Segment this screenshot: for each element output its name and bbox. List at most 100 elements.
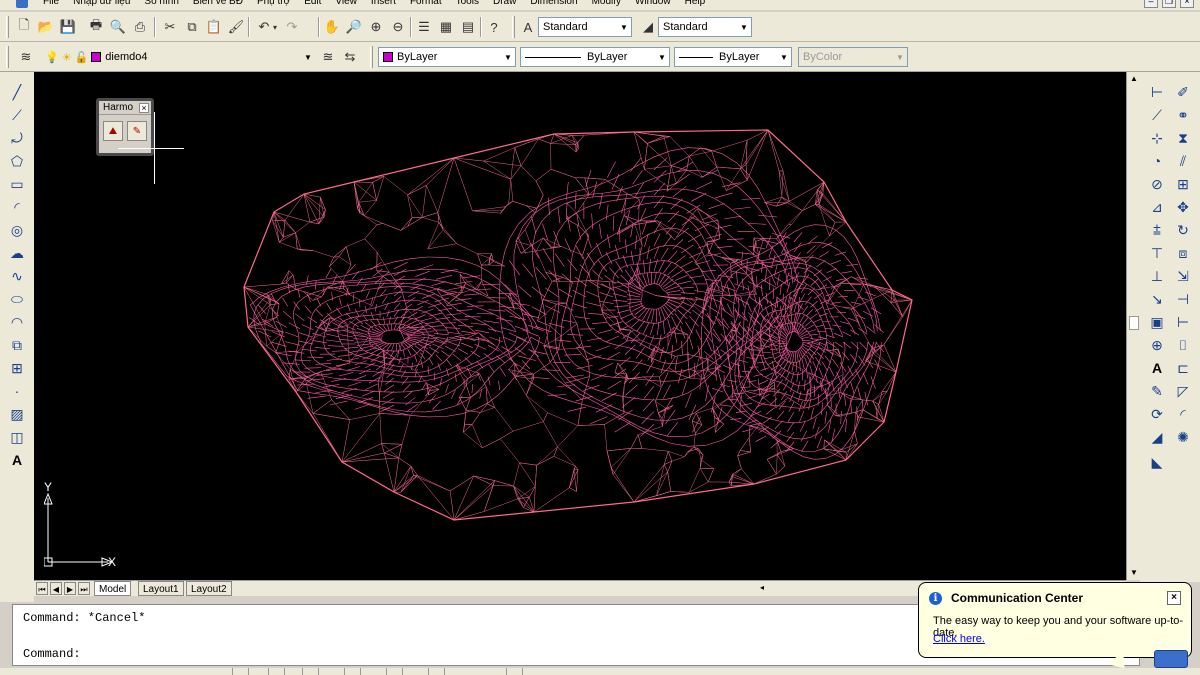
circle-icon[interactable]: ◎ xyxy=(6,220,28,240)
close-icon[interactable]: × xyxy=(1180,0,1194,8)
chamfer-icon[interactable]: ◸ xyxy=(1172,381,1194,401)
communication-center-tray-icon[interactable] xyxy=(1154,650,1188,668)
publish-icon[interactable]: ⎙ xyxy=(130,17,150,37)
menu-item[interactable]: Insert xyxy=(364,0,403,8)
scroll-thumb[interactable] xyxy=(1129,316,1139,330)
dim-edit-icon[interactable]: A xyxy=(1146,358,1168,378)
mirror-icon[interactable]: ⧗ xyxy=(1172,128,1194,148)
chevron-down-icon[interactable]: ▼ xyxy=(655,48,669,66)
osnap-toggle[interactable] xyxy=(386,668,403,675)
copy-object-icon[interactable]: ⚭ xyxy=(1172,105,1194,125)
dim-angular-icon[interactable]: ⊿ xyxy=(1146,197,1168,217)
grid-toggle[interactable] xyxy=(268,668,285,675)
erase-icon[interactable]: ✐ xyxy=(1172,82,1194,102)
quick-leader-icon[interactable]: ↘ xyxy=(1146,289,1168,309)
zoom-realtime-icon[interactable]: 🔎 xyxy=(344,17,364,37)
model-toggle[interactable] xyxy=(506,668,523,675)
menu-item[interactable]: Modify xyxy=(585,0,628,8)
layer-previous-icon[interactable]: ⇆ xyxy=(340,47,360,67)
dim-diameter-icon[interactable]: ⊘ xyxy=(1146,174,1168,194)
dim-text-edit-icon[interactable]: ✎ xyxy=(1146,381,1168,401)
dim-radius-icon[interactable]: ◔ xyxy=(1146,151,1168,171)
break-icon[interactable]: ⌷ xyxy=(1172,335,1194,355)
extend-icon[interactable]: ⊢ xyxy=(1172,312,1194,332)
scroll-left-icon[interactable]: ◂ xyxy=(760,583,764,592)
color-select[interactable]: ByLayer ▼ xyxy=(378,47,516,67)
close-icon[interactable]: × xyxy=(139,103,149,113)
scroll-up-icon[interactable]: ▲ xyxy=(1128,74,1140,84)
dim-baseline-icon[interactable]: ⊤ xyxy=(1146,243,1168,263)
scroll-down-icon[interactable]: ▼ xyxy=(1128,568,1140,578)
menu-item[interactable]: Window xyxy=(628,0,678,8)
fillet-icon[interactable]: ◜ xyxy=(1172,404,1194,424)
polyline-icon[interactable]: ⤾ xyxy=(6,128,28,148)
app-icon[interactable] xyxy=(16,0,28,8)
help-icon[interactable]: ? xyxy=(484,17,504,37)
dim-aligned-icon[interactable]: ⟋ xyxy=(1146,105,1168,125)
quick-dim-icon[interactable]: ⩲ xyxy=(1146,220,1168,240)
dim-ordinate-icon[interactable]: ⊹ xyxy=(1146,128,1168,148)
layer-lock-icon[interactable]: 🔓 xyxy=(75,51,89,64)
tab-layout1[interactable]: Layout1 xyxy=(138,581,184,596)
menu-item[interactable]: Format xyxy=(403,0,449,8)
move-icon[interactable]: ✥ xyxy=(1172,197,1194,217)
dim-style-select[interactable]: Standard ▼ xyxy=(658,17,752,37)
design-center-icon[interactable]: ▦ xyxy=(436,17,456,37)
insert-block-icon[interactable]: ⧉ xyxy=(6,335,28,355)
region-icon[interactable]: ◫ xyxy=(6,427,28,447)
tab-next-icon[interactable]: ▶ xyxy=(64,582,76,595)
menu-item[interactable]: Help xyxy=(678,0,713,8)
dim-update-icon[interactable]: ⟳ xyxy=(1146,404,1168,424)
scale-icon[interactable]: ⧈ xyxy=(1172,243,1194,263)
multiline-text-icon[interactable]: A xyxy=(6,450,28,470)
snap-toggle[interactable] xyxy=(232,668,249,675)
polar-toggle[interactable] xyxy=(344,668,361,675)
menu-item[interactable]: Phụ trợ xyxy=(250,0,297,8)
make-object-layer-current-icon[interactable]: ≊ xyxy=(318,47,338,67)
layer-manager-icon[interactable]: ≋ xyxy=(16,47,36,67)
stretch-icon[interactable]: ⇲ xyxy=(1172,266,1194,286)
click-here-link[interactable]: Click here. xyxy=(933,633,985,645)
center-mark-icon[interactable]: ⊕ xyxy=(1146,335,1168,355)
revision-cloud-icon[interactable]: ☁ xyxy=(6,243,28,263)
dim-linear-icon[interactable]: ⊢ xyxy=(1146,82,1168,102)
contour-tool-icon[interactable]: ✎ xyxy=(127,121,147,141)
polygon-icon[interactable]: ⬠ xyxy=(6,151,28,171)
make-block-icon[interactable]: ⊞ xyxy=(6,358,28,378)
line-icon[interactable]: ╱ xyxy=(6,82,28,102)
ellipse-icon[interactable]: ⬭ xyxy=(6,289,28,309)
dim-override-icon[interactable]: ◣ xyxy=(1146,452,1168,472)
hatch-icon[interactable]: ▨ xyxy=(6,404,28,424)
tab-first-icon[interactable]: ⏮ xyxy=(36,582,48,595)
chevron-down-icon[interactable]: ▼ xyxy=(737,18,751,36)
menu-item[interactable]: Draw xyxy=(486,0,523,8)
layer-select[interactable]: 💡 ☀ 🔓 diemdo4 ▼ xyxy=(40,47,316,67)
explode-icon[interactable]: ✺ xyxy=(1172,427,1194,447)
trim-icon[interactable]: ⊣ xyxy=(1172,289,1194,309)
chevron-down-icon[interactable]: ▼ xyxy=(501,48,515,66)
layer-on-icon[interactable]: 💡 xyxy=(45,51,59,64)
redo-icon[interactable]: ↷ xyxy=(282,17,302,37)
command-prompt[interactable]: Command: xyxy=(23,647,81,661)
layer-freeze-icon[interactable]: ☀ xyxy=(62,51,72,64)
otrack-toggle[interactable] xyxy=(428,668,445,675)
paste-icon[interactable]: 📋 xyxy=(204,17,224,37)
menu-item[interactable]: Biên vẽ BĐ xyxy=(186,0,250,8)
toolbar-grip[interactable] xyxy=(370,46,373,68)
zoom-previous-icon[interactable]: ⊖ xyxy=(388,17,408,37)
rectangle-icon[interactable]: ▭ xyxy=(6,174,28,194)
menu-item[interactable]: View xyxy=(328,0,364,8)
tab-last-icon[interactable]: ⏭ xyxy=(78,582,90,595)
new-file-icon[interactable]: 🗋 xyxy=(14,17,34,37)
dim-continue-icon[interactable]: ⊥ xyxy=(1146,266,1168,286)
toolbar-grip[interactable] xyxy=(6,46,9,68)
tool-palettes-icon[interactable]: ▤ xyxy=(458,17,478,37)
print-preview-icon[interactable]: 🔍 xyxy=(108,17,128,37)
undo-dropdown-icon[interactable]: ▾ xyxy=(270,17,280,37)
menu-item[interactable]: Nhập dữ liệu xyxy=(66,0,137,8)
dim-style-manager-icon[interactable]: ◢ xyxy=(1146,427,1168,447)
vertical-scrollbar[interactable]: ▲ ▼ xyxy=(1126,72,1140,580)
menu-item[interactable]: Tools xyxy=(449,0,486,8)
tab-layout2[interactable]: Layout2 xyxy=(186,581,232,596)
close-icon[interactable]: × xyxy=(1167,591,1181,605)
